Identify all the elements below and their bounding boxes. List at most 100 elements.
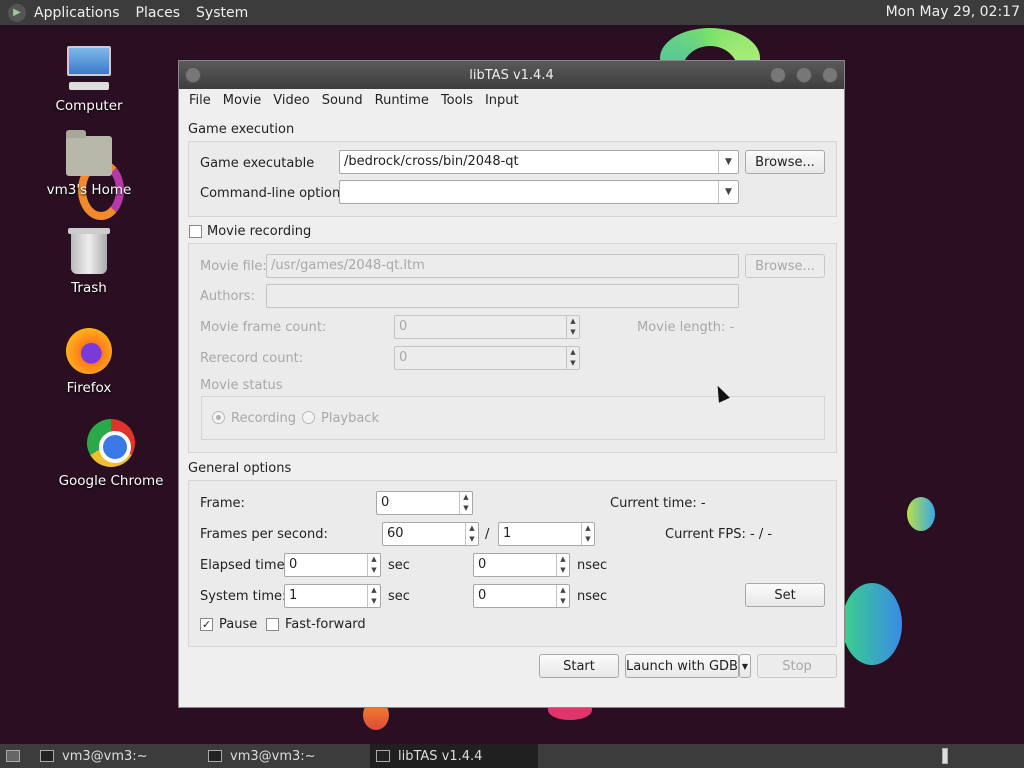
elapsed-sec-unit: sec bbox=[388, 558, 410, 573]
window-titlebar[interactable]: libTAS v1.4.4 bbox=[179, 61, 844, 89]
game-browse-button[interactable]: Browse... bbox=[745, 150, 825, 174]
desktop-icon-label: Trash bbox=[71, 280, 107, 296]
window-menu-icon[interactable] bbox=[185, 67, 201, 83]
start-button[interactable]: Start bbox=[539, 654, 619, 678]
cmdline-combo[interactable]: ▼ bbox=[339, 180, 739, 204]
cmdline-label: Command-line options bbox=[200, 186, 347, 201]
fast-forward-checkbox[interactable] bbox=[266, 618, 279, 631]
distro-logo-icon[interactable]: ▶ bbox=[8, 3, 26, 22]
maximize-icon[interactable] bbox=[796, 67, 812, 83]
menu-video[interactable]: Video bbox=[267, 93, 315, 108]
chrome-icon bbox=[87, 419, 135, 467]
close-icon[interactable] bbox=[822, 67, 838, 83]
desktop-icon-home[interactable]: vm3's Home bbox=[34, 130, 144, 198]
system-time-label: System time: bbox=[200, 589, 287, 604]
pause-checkbox[interactable]: ✓ bbox=[200, 618, 213, 631]
launch-gdb-button[interactable]: Launch with GDB bbox=[625, 654, 739, 678]
movie-recording-checkbox[interactable] bbox=[189, 225, 202, 238]
window-icon bbox=[376, 750, 390, 762]
computer-icon bbox=[65, 46, 113, 92]
elapsed-sec-spinbox[interactable]: 0 ▲ ▼ bbox=[284, 553, 381, 577]
taskbar-item-libtas[interactable]: libTAS v1.4.4 bbox=[370, 744, 538, 768]
menu-sound[interactable]: Sound bbox=[316, 93, 369, 108]
spin-arrows-icon[interactable]: ▲ ▼ bbox=[367, 554, 380, 576]
frame-spinbox[interactable]: 0 ▲ ▼ bbox=[376, 491, 473, 515]
fps-numerator-value: 60 bbox=[387, 526, 404, 541]
game-executable-label: Game executable bbox=[200, 156, 315, 171]
taskbar-item-terminal-2[interactable]: vm3@vm3:~ bbox=[202, 744, 362, 768]
menu-applications[interactable]: Applications bbox=[34, 5, 120, 21]
launch-gdb-dropdown-icon[interactable]: ▼ bbox=[739, 654, 751, 678]
spin-arrows-icon[interactable]: ▲ ▼ bbox=[566, 347, 579, 369]
desktop-icon-chrome[interactable]: Google Chrome bbox=[56, 419, 166, 489]
spin-arrows-icon[interactable]: ▲ ▼ bbox=[459, 492, 472, 514]
movie-frame-count-spinbox[interactable]: 0 ▲ ▼ bbox=[394, 315, 580, 339]
playback-radio[interactable] bbox=[302, 411, 315, 424]
minimize-icon[interactable] bbox=[770, 67, 786, 83]
set-button[interactable]: Set bbox=[745, 583, 825, 607]
spin-arrows-icon[interactable]: ▲ ▼ bbox=[367, 585, 380, 607]
game-executable-combo[interactable]: /bedrock/cross/bin/2048-qt ▼ bbox=[339, 150, 739, 174]
spin-arrows-icon[interactable]: ▲ ▼ bbox=[465, 523, 478, 545]
current-time-label: Current time: - bbox=[610, 496, 706, 511]
terminal-icon bbox=[208, 750, 222, 762]
authors-field[interactable] bbox=[266, 284, 739, 308]
taskbar-item-terminal-1[interactable]: vm3@vm3:~ bbox=[34, 744, 194, 768]
general-options-heading: General options bbox=[188, 461, 292, 476]
movie-browse-button[interactable]: Browse... bbox=[745, 254, 825, 278]
clock[interactable]: Mon May 29, 02:17 bbox=[886, 4, 1020, 20]
current-fps-label: Current FPS: - / - bbox=[665, 527, 773, 542]
system-nsec-unit: nsec bbox=[577, 589, 608, 604]
background-shape bbox=[907, 497, 935, 531]
system-nsec-spinbox[interactable]: 0 ▲ ▼ bbox=[473, 584, 570, 608]
desktop-icon-trash[interactable]: Trash bbox=[34, 228, 144, 296]
pause-label[interactable]: Pause bbox=[219, 617, 257, 632]
game-executable-value: /bedrock/cross/bin/2048-qt bbox=[344, 154, 519, 169]
fps-label: Frames per second: bbox=[200, 527, 328, 542]
menu-tools[interactable]: Tools bbox=[435, 93, 479, 108]
rerecord-count-value: 0 bbox=[399, 350, 408, 365]
spin-arrows-icon[interactable]: ▲ ▼ bbox=[581, 523, 594, 545]
movie-frame-count-value: 0 bbox=[399, 319, 408, 334]
menu-runtime[interactable]: Runtime bbox=[369, 93, 435, 108]
menu-places[interactable]: Places bbox=[136, 5, 181, 21]
system-sec-unit: sec bbox=[388, 589, 410, 604]
playback-label: Playback bbox=[321, 411, 380, 426]
movie-file-field[interactable]: /usr/games/2048-qt.ltm bbox=[266, 254, 739, 278]
elapsed-nsec-unit: nsec bbox=[577, 558, 608, 573]
rerecord-count-spinbox[interactable]: 0 ▲ ▼ bbox=[394, 346, 580, 370]
top-panel: ▶ Applications Places System Mon May 29,… bbox=[0, 0, 1024, 25]
chevron-down-icon[interactable]: ▼ bbox=[718, 151, 738, 173]
menu-system[interactable]: System bbox=[196, 5, 248, 21]
fps-numerator-spinbox[interactable]: 60 ▲ ▼ bbox=[382, 522, 479, 546]
frame-label: Frame: bbox=[200, 496, 245, 511]
fast-forward-label[interactable]: Fast-forward bbox=[285, 617, 366, 632]
desktop-icon-firefox[interactable]: Firefox bbox=[34, 328, 144, 396]
menu-file[interactable]: File bbox=[183, 93, 217, 108]
desktop-icon-label: vm3's Home bbox=[46, 182, 132, 198]
spin-arrows-icon[interactable]: ▲ ▼ bbox=[556, 585, 569, 607]
game-execution-heading: Game execution bbox=[188, 122, 295, 137]
recording-label: Recording bbox=[231, 411, 297, 426]
desktop-icon-computer[interactable]: Computer bbox=[34, 46, 144, 114]
recording-radio[interactable] bbox=[212, 411, 225, 424]
movie-recording-heading[interactable]: Movie recording bbox=[207, 224, 311, 239]
rerecord-count-label: Rerecord count: bbox=[200, 351, 304, 366]
chevron-down-icon[interactable]: ▼ bbox=[718, 181, 738, 203]
fps-denominator-spinbox[interactable]: 1 ▲ ▼ bbox=[498, 522, 595, 546]
system-sec-value: 1 bbox=[289, 588, 298, 603]
menu-input[interactable]: Input bbox=[479, 93, 525, 108]
movie-status-label: Movie status bbox=[200, 378, 283, 393]
spin-arrows-icon[interactable]: ▲ ▼ bbox=[556, 554, 569, 576]
home-folder-icon bbox=[66, 130, 112, 176]
firefox-icon bbox=[66, 328, 112, 374]
movie-frame-count-label: Movie frame count: bbox=[200, 320, 327, 335]
spin-arrows-icon[interactable]: ▲ ▼ bbox=[566, 316, 579, 338]
stop-button[interactable]: Stop bbox=[757, 654, 837, 678]
workspace-switcher-icon[interactable] bbox=[936, 744, 956, 768]
elapsed-nsec-value: 0 bbox=[478, 557, 487, 572]
system-sec-spinbox[interactable]: 1 ▲ ▼ bbox=[284, 584, 381, 608]
show-desktop-icon[interactable] bbox=[0, 744, 30, 768]
elapsed-nsec-spinbox[interactable]: 0 ▲ ▼ bbox=[473, 553, 570, 577]
menu-movie[interactable]: Movie bbox=[217, 93, 267, 108]
